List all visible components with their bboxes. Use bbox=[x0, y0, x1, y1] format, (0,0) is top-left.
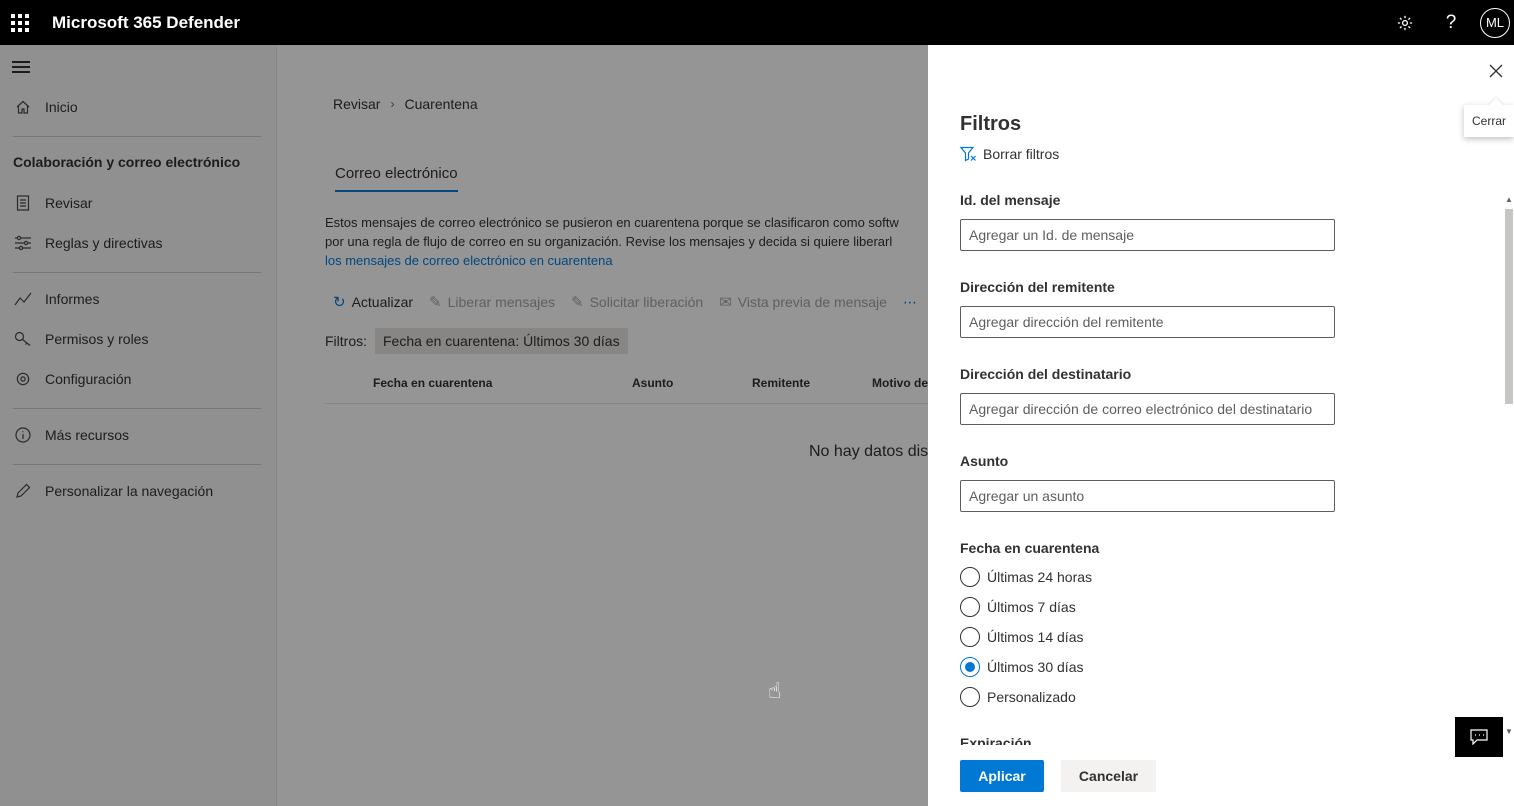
radio-custom[interactable]: Personalizado bbox=[960, 687, 1076, 707]
radio-label: Personalizado bbox=[987, 689, 1076, 705]
subject-input[interactable] bbox=[960, 480, 1335, 512]
sender-label: Dirección del remitente bbox=[960, 279, 1115, 295]
close-button[interactable] bbox=[1484, 59, 1508, 83]
radio-circle bbox=[960, 597, 980, 617]
avatar[interactable]: ML bbox=[1480, 7, 1510, 38]
radio-circle bbox=[960, 567, 980, 587]
scrollbar-thumb[interactable] bbox=[1505, 209, 1513, 404]
cancel-button[interactable]: Cancelar bbox=[1061, 760, 1156, 792]
clear-filters-label: Borrar filtros bbox=[983, 146, 1060, 162]
radio-circle-selected bbox=[960, 657, 980, 677]
radio-label: Últimos 30 días bbox=[987, 659, 1084, 675]
gear-icon bbox=[1397, 15, 1413, 30]
recipient-label: Dirección del destinatario bbox=[960, 366, 1132, 382]
chat-icon bbox=[1470, 729, 1488, 745]
settings-button[interactable] bbox=[1382, 0, 1428, 45]
expiration-label: Expiración bbox=[960, 735, 1032, 745]
close-icon bbox=[1489, 64, 1503, 78]
help-icon: ? bbox=[1445, 11, 1457, 33]
sender-input[interactable] bbox=[960, 306, 1335, 338]
apply-button[interactable]: Aplicar bbox=[960, 760, 1044, 792]
feedback-button[interactable] bbox=[1455, 717, 1503, 757]
modal-overlay[interactable] bbox=[0, 45, 928, 806]
help-button[interactable]: ? bbox=[1428, 0, 1474, 45]
waffle-icon bbox=[11, 13, 29, 32]
radio-label: Últimos 14 días bbox=[987, 629, 1084, 645]
close-tooltip: Cerrar bbox=[1464, 105, 1514, 137]
subject-label: Asunto bbox=[960, 453, 1009, 469]
scroll-up-icon[interactable]: ▲ bbox=[1505, 195, 1513, 204]
panel-title: Filtros bbox=[960, 113, 1022, 135]
radio-label: Últimos 7 días bbox=[987, 599, 1076, 615]
app-launcher-button[interactable] bbox=[0, 0, 40, 45]
app-title[interactable]: Microsoft 365 Defender bbox=[52, 13, 240, 33]
panel-scrollbar[interactable]: ▲ ▼ bbox=[1503, 191, 1514, 741]
clear-filter-icon bbox=[960, 146, 976, 162]
radio-last-7-days[interactable]: Últimos 7 días bbox=[960, 597, 1076, 617]
message-id-input[interactable] bbox=[960, 219, 1335, 251]
recipient-input[interactable] bbox=[960, 393, 1335, 425]
radio-circle bbox=[960, 687, 980, 707]
filters-panel: Cerrar Filtros Borrar filtros Id. del me… bbox=[928, 45, 1514, 806]
radio-last-24-hours[interactable]: Últimas 24 horas bbox=[960, 567, 1092, 587]
radio-label: Últimas 24 horas bbox=[987, 569, 1093, 585]
top-bar: Microsoft 365 Defender ? ML bbox=[0, 0, 1514, 45]
quarantine-date-label: Fecha en cuarentena bbox=[960, 540, 1100, 556]
radio-last-14-days[interactable]: Últimos 14 días bbox=[960, 627, 1083, 647]
radio-last-30-days[interactable]: Últimos 30 días bbox=[960, 657, 1083, 677]
clear-filters-button[interactable]: Borrar filtros bbox=[960, 146, 1059, 162]
scroll-down-icon[interactable]: ▼ bbox=[1505, 727, 1513, 736]
message-id-label: Id. del mensaje bbox=[960, 192, 1061, 208]
radio-circle bbox=[960, 627, 980, 647]
panel-footer: Aplicar Cancelar bbox=[928, 747, 1514, 806]
hand-cursor-icon: ☝ bbox=[768, 678, 782, 703]
